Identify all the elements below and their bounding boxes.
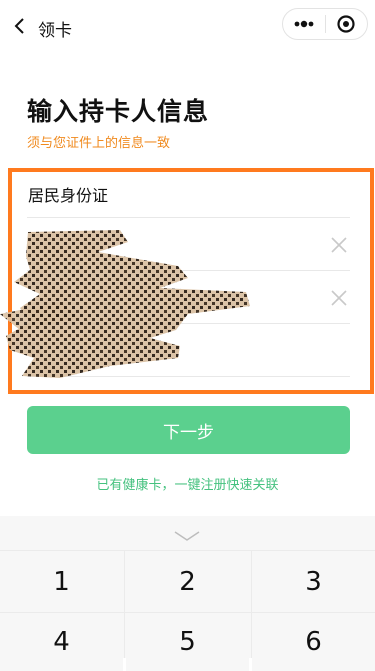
keypad-row-divider xyxy=(0,550,375,551)
page-subtitle: 须与您证件上的信息一致 xyxy=(27,136,171,151)
link-existing-card[interactable]: 已有健康卡，一键注册快速关联 xyxy=(0,474,375,493)
id-type-selector[interactable]: 居民身份证 xyxy=(28,182,108,206)
key-3[interactable]: 3 xyxy=(252,553,375,611)
page-title: 输入持卡人信息 xyxy=(27,97,210,126)
key-2[interactable]: 2 xyxy=(126,553,249,611)
nav-title: 领卡 xyxy=(38,21,72,41)
next-step-button[interactable]: 下一步 xyxy=(27,406,350,454)
collapse-keyboard-chevron-down-icon[interactable] xyxy=(172,528,202,542)
mini-program-capsule xyxy=(282,8,368,40)
key-6[interactable]: 6 xyxy=(252,613,375,671)
top-nav-bar: 领卡 xyxy=(0,0,375,54)
clear-id-number-icon[interactable] xyxy=(330,289,348,307)
redaction-scribble xyxy=(0,230,250,378)
key-1[interactable]: 1 xyxy=(0,553,123,611)
key-5[interactable]: 5 xyxy=(126,613,249,671)
more-dots-icon[interactable] xyxy=(283,9,325,39)
clear-name-icon[interactable] xyxy=(330,236,348,254)
back-chevron-icon[interactable] xyxy=(12,14,28,38)
keypad-col-divider xyxy=(124,550,125,658)
close-target-icon[interactable] xyxy=(326,9,368,39)
key-4[interactable]: 4 xyxy=(0,613,123,671)
